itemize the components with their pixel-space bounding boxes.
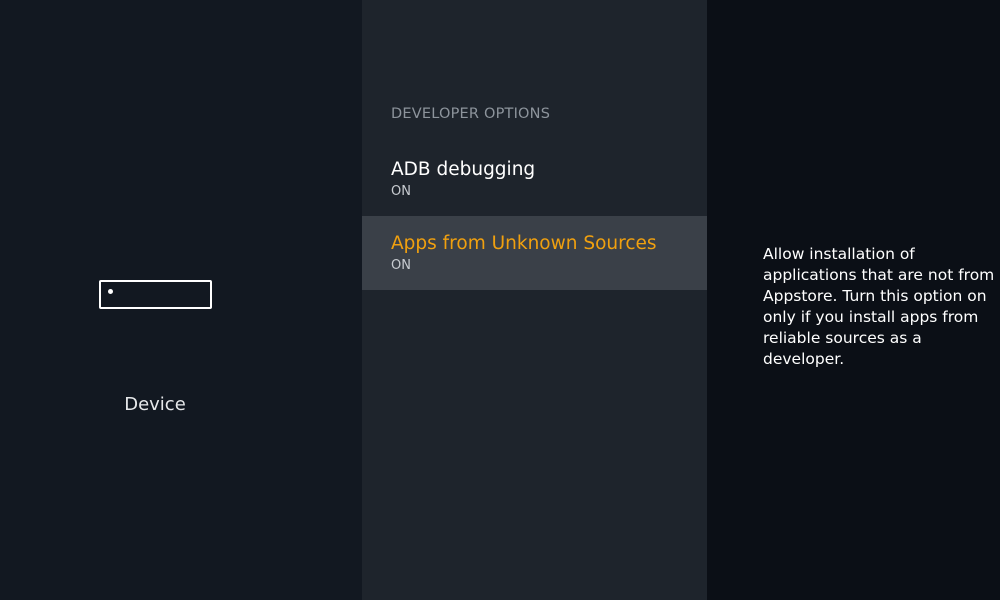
settings-screen: Device DEVELOPER OPTIONS ADB debugging O… (0, 0, 1000, 600)
menu-item-unknown-sources[interactable]: Apps from Unknown Sources ON (362, 216, 707, 290)
details-panel: Allow installation of applications that … (707, 0, 1000, 600)
option-description: Allow installation of applications that … (763, 245, 995, 368)
category-panel: Device (0, 0, 362, 600)
menu-item-adb-debugging[interactable]: ADB debugging ON (362, 142, 707, 216)
category-label: Device (124, 394, 186, 415)
section-header: DEVELOPER OPTIONS (391, 106, 551, 122)
menu-item-label: Apps from Unknown Sources (391, 233, 657, 254)
device-led-icon (108, 289, 113, 294)
device-icon (99, 280, 212, 309)
settings-list-panel: DEVELOPER OPTIONS ADB debugging ON Apps … (362, 0, 707, 600)
menu-item-label: ADB debugging (391, 159, 536, 180)
menu-item-value: ON (391, 184, 411, 199)
menu-item-value: ON (391, 258, 411, 273)
